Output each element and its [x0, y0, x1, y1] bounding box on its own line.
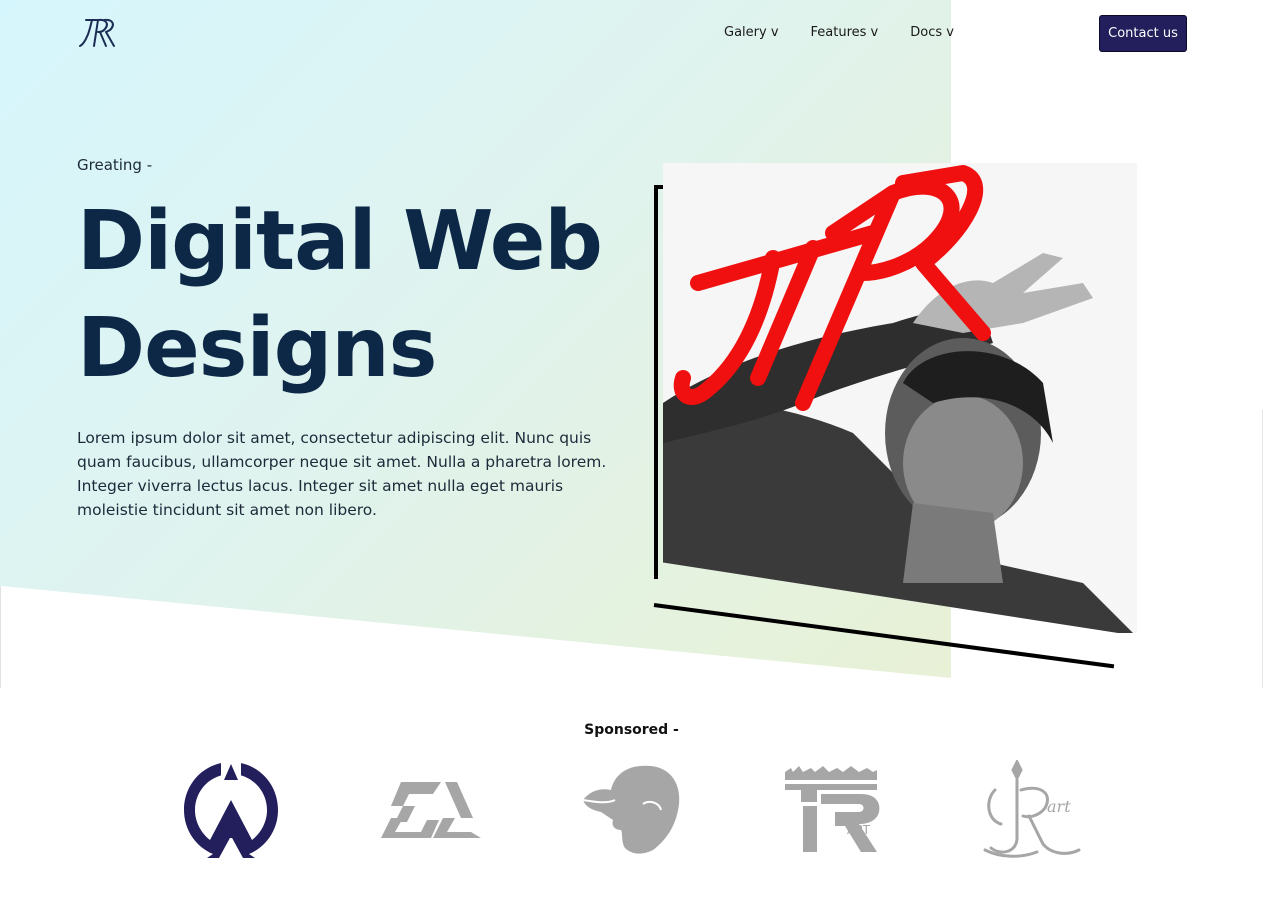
- main-nav: Galery v Features v Docs v: [724, 25, 954, 40]
- hero-title: Digital Web Designs: [77, 188, 637, 402]
- jr-art-text: art: [1047, 797, 1071, 816]
- nav-features[interactable]: Features v: [811, 25, 879, 40]
- hero-eyebrow: Greating -: [77, 156, 153, 174]
- sponsors-heading: Sponsored -: [584, 722, 679, 738]
- tr-art-logo-icon[interactable]: ART: [781, 760, 881, 860]
- triangle-circle-logo-icon[interactable]: [181, 760, 281, 860]
- geometric-sl-logo-icon[interactable]: [381, 760, 481, 860]
- hero-title-line-1: Digital Web: [77, 194, 603, 289]
- hero-title-line-2: Designs: [77, 301, 437, 396]
- cap-profile-logo-icon[interactable]: [581, 760, 681, 860]
- hero-image: [663, 163, 1137, 633]
- nav-galery[interactable]: Galery v: [724, 25, 779, 40]
- jr-art-logo-icon[interactable]: art: [981, 758, 1081, 860]
- nav-docs[interactable]: Docs v: [910, 25, 954, 40]
- image-frame: [654, 185, 664, 189]
- contact-button[interactable]: Contact us: [1099, 15, 1187, 52]
- divider: [0, 586, 1, 688]
- hero-description: Lorem ipsum dolor sit amet, consectetur …: [77, 429, 607, 519]
- image-frame: [654, 185, 658, 579]
- logo-icon[interactable]: [76, 16, 120, 50]
- tr-art-text: ART: [847, 823, 871, 837]
